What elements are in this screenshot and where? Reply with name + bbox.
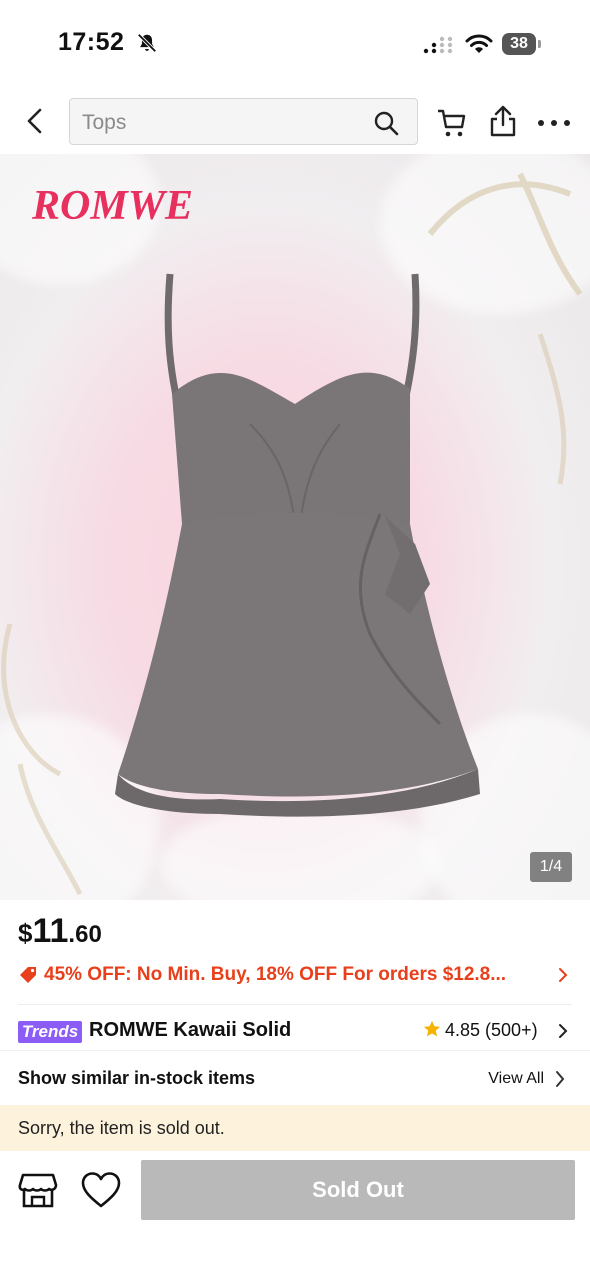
trends-badge: Trends [18,1021,82,1043]
battery-tip [538,40,541,48]
promo-text: 45% OFF: No Min. Buy, 18% OFF For orders… [44,964,507,985]
star-icon [423,1020,441,1037]
price-cents: .60 [68,921,102,948]
back-icon[interactable] [22,108,48,134]
top-nav: Tops [0,88,590,154]
store-icon[interactable] [18,1171,58,1209]
price-currency: $ [18,918,33,948]
sold-out-text: Sorry, the item is sold out. [18,1118,225,1138]
product-title-row: Trends ROMWE Kawaii Solid 4.85 (500+) [18,1018,573,1048]
rating-value: 4.85 (500+) [445,1020,538,1040]
promo-banner[interactable]: 45% OFF: No Min. Buy, 18% OFF For orders… [18,962,573,990]
similar-items-bar[interactable]: Show similar in-stock items View All [0,1050,590,1105]
chevron-right-icon[interactable] [557,1022,569,1040]
sold-out-notice: Sorry, the item is sold out. [0,1105,590,1151]
share-icon[interactable] [488,104,518,138]
view-all-link[interactable]: View All [488,1070,544,1088]
sold-out-button[interactable]: Sold Out [141,1160,575,1220]
price: $11.60 [18,912,102,951]
product-image-gallery[interactable]: ROMWE 1/4 [0,154,590,900]
bell-off-icon [137,33,157,53]
rating[interactable]: 4.85 (500+) [423,1020,538,1041]
product-title: ROMWE Kawaii Solid [89,1019,292,1041]
product-photo [115,273,480,817]
tag-icon [20,967,36,983]
chevron-right-icon [559,968,568,982]
heart-icon[interactable] [80,1171,122,1209]
battery-icon: 38 [502,33,542,55]
divider [18,1004,572,1005]
more-icon[interactable] [537,119,571,127]
battery-level: 38 [502,33,536,55]
search-input[interactable]: Tops [69,98,418,145]
price-main: 11 [32,912,69,950]
search-icon[interactable] [373,110,399,136]
similar-label: Show similar in-stock items [18,1068,256,1088]
bottom-action-bar: Sold Out [0,1151,590,1280]
cart-icon[interactable] [436,107,468,139]
brand-logo: ROMWE [32,183,194,229]
image-counter: 1/4 [530,852,572,882]
wifi-icon [465,34,493,53]
status-time: 17:52 [58,28,125,56]
search-text: Tops [82,111,127,134]
chevron-right-icon[interactable] [554,1069,566,1089]
status-bar: 17:52 38 [0,0,590,88]
signal-icon [423,36,453,54]
